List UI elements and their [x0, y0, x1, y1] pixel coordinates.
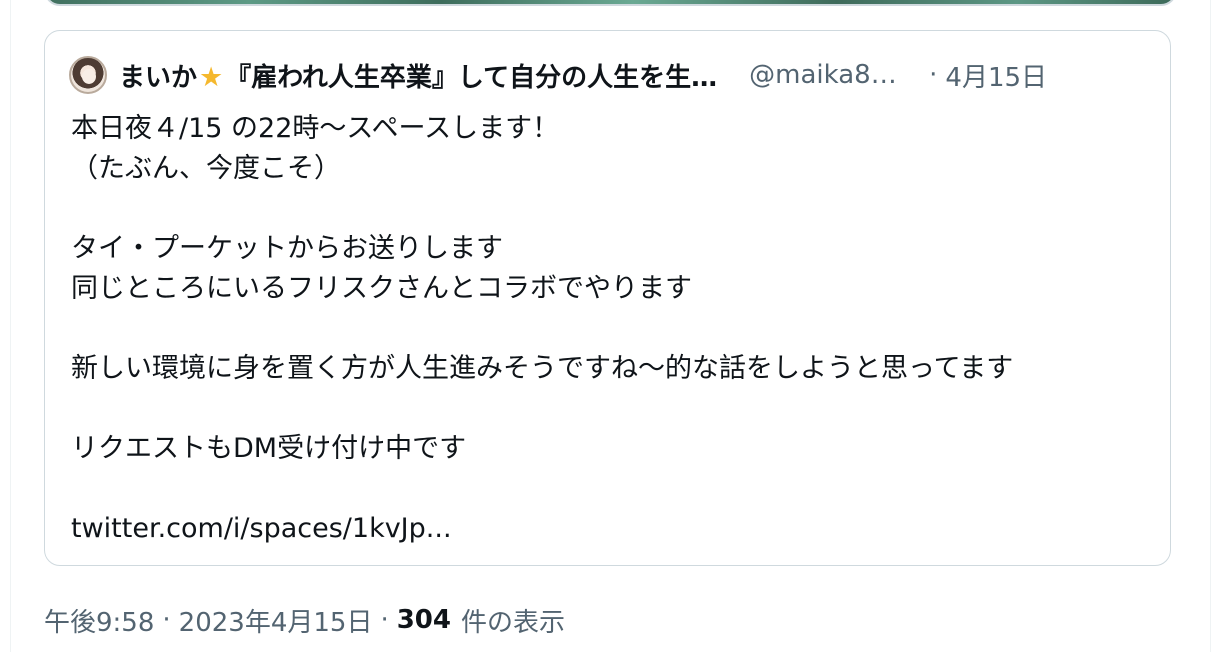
- tweet-line: 新しい環境に身を置く方が人生進みそうですね〜的な話をしようと思ってます: [71, 353, 1014, 384]
- header-separator: ·: [929, 60, 938, 90]
- tweet-meta: 午後9:58 · 2023年4月15日 · 304 件の表示: [44, 600, 565, 640]
- spaces-link[interactable]: twitter.com/i/spaces/1kvJp...: [71, 509, 1146, 549]
- tweet-media[interactable]: [44, 0, 1177, 6]
- star-icon: ★: [199, 61, 224, 93]
- quoted-tweet-card[interactable]: まいか★『雇われ人生卒業』して自分の人生を生… @maika8… · 4月15日…: [44, 30, 1171, 566]
- display-name[interactable]: まいか★『雇われ人生卒業』して自分の人生を生…: [119, 57, 717, 94]
- tweet-line: 同じところにいるフリスクさんとコラボでやります: [71, 273, 692, 304]
- timeline-border-left: [10, 0, 11, 652]
- tweet-line: 本日夜４/15 の22時〜スペースします！: [71, 113, 560, 144]
- tweet-line: （たぶん、今度こそ）: [71, 153, 341, 184]
- meta-separator: ·: [380, 605, 389, 635]
- quoted-tweet-date[interactable]: 4月15日: [945, 57, 1047, 94]
- tweet-date[interactable]: 2023年4月15日: [179, 602, 373, 639]
- avatar-face: [82, 69, 96, 84]
- tweet-line: タイ・プーケットからお送りします: [71, 233, 503, 264]
- tweet-time[interactable]: 午後9:58: [44, 602, 154, 639]
- quoted-tweet-header: まいか★『雇われ人生卒業』して自分の人生を生… @maika8… · 4月15日: [69, 55, 1146, 95]
- meta-separator: ·: [162, 605, 171, 635]
- user-handle[interactable]: @maika8…: [749, 60, 909, 90]
- quoted-tweet-text: 本日夜４/15 の22時〜スペースします！ （たぶん、今度こそ） タイ・プーケッ…: [71, 109, 1146, 549]
- avatar[interactable]: [69, 56, 107, 94]
- tweet-line: リクエストもDM受け付け中です: [71, 433, 467, 464]
- views-count[interactable]: 304: [397, 605, 451, 635]
- timeline-border-right: [1210, 0, 1211, 652]
- views-label[interactable]: 件の表示: [461, 602, 565, 639]
